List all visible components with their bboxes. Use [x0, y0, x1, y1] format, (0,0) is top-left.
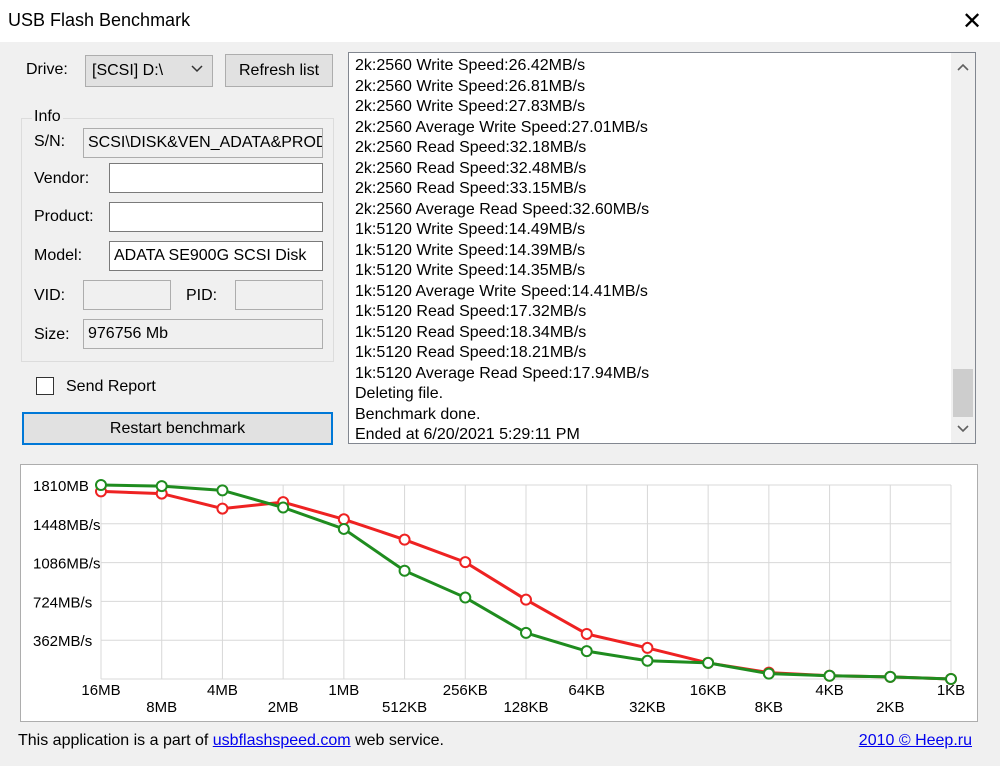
scroll-thumb[interactable] [953, 369, 973, 417]
usbflashspeed-link[interactable]: usbflashspeed.com [213, 732, 351, 749]
data-point [155, 480, 168, 493]
send-report-checkbox[interactable] [36, 377, 54, 395]
scroll-down-icon[interactable] [951, 417, 975, 441]
sn-field[interactable]: SCSI\DISK&VEN_ADATA&PROD_SE900G [83, 128, 323, 158]
data-point [337, 522, 350, 535]
data-point [823, 669, 836, 682]
x-tick-label: 2MB [268, 699, 299, 716]
product-field[interactable] [109, 202, 323, 232]
x-tick-label: 512KB [382, 699, 427, 716]
log-line: 2k:2560 Write Speed:27.83MB/s [355, 98, 586, 115]
log-line: 1k:5120 Write Speed:14.39MB/s [355, 241, 586, 259]
restart-benchmark-button[interactable]: Restart benchmark [22, 412, 333, 445]
data-point [520, 593, 532, 606]
log-scrollbar[interactable] [951, 53, 975, 443]
x-tick-label: 16MB [81, 682, 120, 699]
model-field[interactable]: ADATA SE900G SCSI Disk [109, 241, 323, 271]
log-line: 1k:5120 Read Speed:17.32MB/s [355, 303, 587, 320]
data-point [216, 484, 229, 497]
drive-select[interactable]: [SCSI] D:\ [85, 55, 213, 87]
speed-chart: 1810MB 1448MB/s 1086MB/s 724MB/s 362MB/s 16MB… [20, 464, 978, 722]
log-line: 2k:2560 Average Write Speed:27.01MB/s [355, 118, 648, 136]
heep-link[interactable]: 2010 © Heep.ru [859, 732, 972, 750]
data-point [641, 641, 654, 654]
x-tick-label: 4MB [207, 682, 238, 699]
x-tick-label: 4KB [815, 682, 843, 699]
log-lines: 2k:2560 Write Speed:26.42MB/s 2k:2560 Wri… [355, 56, 650, 443]
log-line: 1k:5120 Read Speed:18.21MB/s [355, 344, 587, 361]
footer-text-after: web service. [350, 732, 444, 749]
log-line: Benchmark done. [355, 405, 481, 423]
scroll-up-icon[interactable] [951, 55, 975, 79]
data-point [216, 502, 229, 515]
x-tick-label: 256KB [443, 682, 488, 699]
log-line: 1k:5120 Write Speed:14.35MB/s [355, 262, 586, 279]
log-line: 1k:5120 Write Speed:14.49MB/s [355, 221, 586, 238]
pid-field[interactable] [235, 280, 323, 310]
y-tick-label: 1086MB/s [33, 556, 101, 573]
x-tick-label: 8KB [755, 699, 783, 716]
data-point [95, 479, 107, 491]
speed-chart-svg: 1810MB 1448MB/s 1086MB/s 724MB/s 362MB/s 16MB… [33, 478, 965, 716]
send-report-label[interactable]: Send Report [66, 378, 156, 396]
x-tick-label: 32KB [629, 699, 666, 716]
chevron-down-icon [190, 62, 204, 79]
size-label: Size: [34, 326, 70, 343]
data-point [337, 513, 350, 526]
x-tick-label: 128KB [503, 699, 548, 716]
info-group-label: Info [32, 108, 63, 126]
data-point [459, 556, 472, 569]
sn-label: S/N: [34, 133, 66, 150]
size-field[interactable]: 976756 Mb [83, 319, 323, 349]
log-line: 2k:2560 Average Read Speed:32.60MB/s [355, 200, 650, 218]
y-tick-label: 362MB/s [33, 633, 92, 650]
x-tick-label: 8MB [146, 699, 177, 716]
log-line: 2k:2560 Write Speed:26.81MB/s [355, 77, 586, 95]
data-point [520, 626, 532, 639]
model-label: Model: [34, 247, 83, 264]
benchmark-log[interactable]: 2k:2560 Write Speed:26.42MB/s 2k:2560 Wri… [348, 52, 976, 444]
log-line: 2k:2560 Read Speed:33.15MB/s [355, 180, 587, 197]
data-point [580, 627, 593, 640]
x-tick-label: 1MB [328, 682, 359, 699]
x-tick-label: 16KB [690, 682, 727, 699]
vendor-field[interactable] [109, 163, 323, 193]
drive-label: Drive: [26, 61, 68, 78]
x-tick-label: 64KB [568, 682, 605, 699]
data-point [884, 670, 897, 683]
log-line: Ended at 6/20/2021 5:29:11 PM [355, 426, 580, 443]
data-point [398, 564, 411, 577]
y-tick-label: 724MB/s [33, 594, 92, 611]
data-point [945, 673, 957, 685]
y-tick-label: 1448MB/s [33, 517, 101, 534]
log-line: 2k:2560 Read Speed:32.48MB/s [355, 159, 587, 177]
log-line: Deleting file. [355, 385, 444, 402]
vid-field[interactable] [83, 280, 171, 310]
x-tick-label: 2KB [876, 699, 904, 716]
refresh-list-button[interactable]: Refresh list [225, 54, 333, 87]
log-line: 1k:5120 Read Speed:18.34MB/s [355, 323, 587, 341]
close-icon[interactable]: ✕ [944, 0, 1000, 42]
log-line: 1k:5120 Average Write Speed:14.41MB/s [355, 282, 648, 300]
log-line: 2k:2560 Write Speed:26.42MB/s [355, 57, 586, 74]
y-tick-label: 1810MB [33, 478, 89, 495]
footer-text-before: This application is a part of [18, 732, 213, 749]
log-line: 1k:5120 Average Read Speed:17.94MB/s [355, 364, 650, 382]
pid-label: PID: [186, 287, 218, 304]
data-point [762, 667, 775, 680]
log-line: 2k:2560 Read Speed:32.18MB/s [355, 139, 587, 156]
data-point [580, 645, 593, 658]
data-point [702, 656, 715, 669]
vid-label: VID: [34, 287, 66, 304]
data-point [641, 654, 654, 667]
data-point [398, 533, 411, 546]
data-point [277, 501, 290, 514]
title-bar: USB Flash Benchmark ✕ [0, 0, 1000, 42]
data-point [459, 591, 472, 604]
window-title: USB Flash Benchmark [8, 10, 191, 30]
drive-select-value: [SCSI] D:\ [92, 62, 164, 79]
vendor-label: Vendor: [34, 170, 90, 187]
footer-text: This application is a part of usbflashsp… [18, 732, 444, 750]
product-label: Product: [34, 208, 94, 225]
